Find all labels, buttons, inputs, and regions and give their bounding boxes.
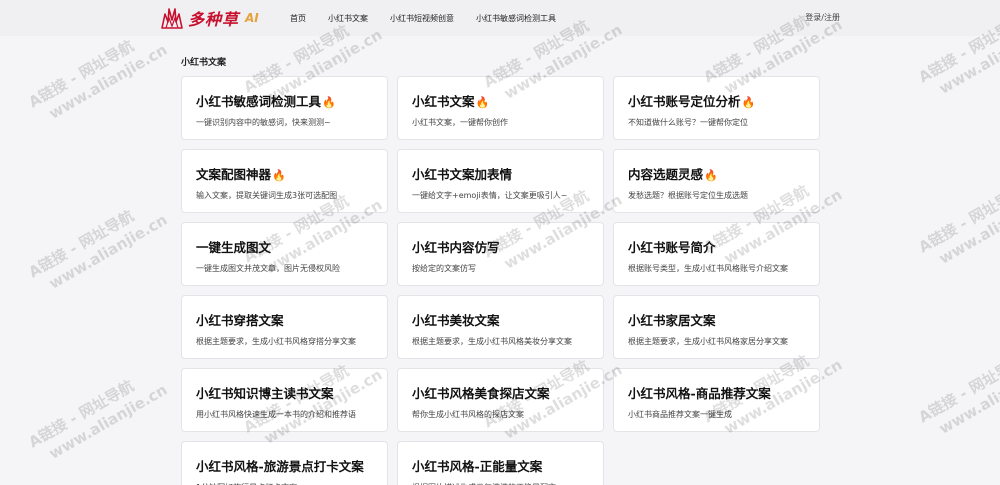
tool-card-title: 小红书风格美食探店文案 bbox=[412, 383, 589, 402]
tool-card-title: 小红书账号简介 bbox=[628, 237, 805, 256]
tool-card[interactable]: 小红书家居文案根据主题要求，生成小红书风格家居分享文案 bbox=[613, 295, 820, 359]
tool-card[interactable]: 文案配图神器🔥 输入文案，提取关键词生成3张可选配图 bbox=[181, 149, 388, 213]
tool-card-title: 文案配图神器🔥 bbox=[196, 164, 373, 183]
tool-card-description: 用小红书风格快速生成一本书的介绍和推荐语 bbox=[196, 410, 356, 419]
tool-card-description: 根据主题要求，生成小红书风格穿搭分享文案 bbox=[196, 337, 356, 346]
nav-short-video-ideas[interactable]: 小红书短视频创意 bbox=[390, 13, 454, 24]
top-bar: 多种草 AI 首页 小红书文案 小红书短视频创意 小红书敏感词检测工具 登录/注… bbox=[0, 0, 1000, 36]
tool-card-description: 根据主题要求，生成小红书风格美妆分享文案 bbox=[412, 337, 572, 346]
tool-card-title-text: 小红书家居文案 bbox=[628, 313, 716, 328]
watermark-url: www.alianjie.cn bbox=[935, 355, 1000, 438]
watermark-url: www.alianjie.cn bbox=[45, 210, 171, 293]
tool-card-title: 小红书美妆文案 bbox=[412, 310, 589, 329]
grass-logo-icon bbox=[161, 8, 183, 29]
fire-icon: 🔥 bbox=[741, 96, 756, 109]
watermark-line: A链接 - 网址导航 bbox=[915, 181, 1000, 257]
watermark-url: www.alianjie.cn bbox=[45, 40, 171, 123]
tool-card-title-text: 小红书穿搭文案 bbox=[196, 313, 284, 328]
tool-card-description: 发愁选题？根据账号定位生成选题 bbox=[628, 191, 748, 200]
tool-card-title-text: 小红书文案加表情 bbox=[412, 167, 513, 182]
tool-card-description: 一键给文字+emoji表情，让文案更吸引人~ bbox=[412, 191, 568, 200]
watermark-line: A链接 - 网址导航 bbox=[25, 376, 137, 452]
tool-card[interactable]: 小红书文案加表情一键给文字+emoji表情，让文案更吸引人~ bbox=[397, 149, 604, 213]
tool-card-title-text: 小红书敏感词检测工具 bbox=[196, 94, 322, 109]
tool-card-title: 一键生成图文 bbox=[196, 237, 373, 256]
tool-card[interactable]: 小红书账号定位分析🔥 不知道做什么账号？一键帮你定位 bbox=[613, 76, 820, 140]
tool-card[interactable]: 小红书穿搭文案根据主题要求，生成小红书风格穿搭分享文案 bbox=[181, 295, 388, 359]
tool-card-title: 小红书内容仿写 bbox=[412, 237, 589, 256]
fire-icon: 🔥 bbox=[704, 169, 718, 182]
tool-card-title-text: 一键生成图文 bbox=[196, 240, 272, 255]
tool-card-description: 输入文案，提取关键词生成3张可选配图 bbox=[196, 191, 338, 200]
tool-card-title-text: 小红书内容仿写 bbox=[412, 240, 500, 255]
tool-card[interactable]: 小红书美妆文案根据主题要求，生成小红书风格美妆分享文案 bbox=[397, 295, 604, 359]
watermark-line: A链接 - 网址导航 bbox=[915, 351, 1000, 427]
tool-card[interactable]: 小红书内容仿写按给定的文案仿写 bbox=[397, 222, 604, 286]
logo[interactable]: 多种草 AI bbox=[160, 5, 259, 31]
tool-card-title-text: 文案配图神器 bbox=[196, 167, 272, 182]
watermark-url: www.alianjie.cn bbox=[45, 380, 171, 463]
tool-card-title: 小红书知识博主读书文案 bbox=[196, 383, 373, 402]
nav-sensitive-word-tool[interactable]: 小红书敏感词检测工具 bbox=[476, 13, 556, 24]
tool-card-title-text: 小红书风格-商品推荐文案 bbox=[628, 386, 771, 401]
fire-icon: 🔥 bbox=[272, 169, 286, 182]
tool-card[interactable]: 小红书敏感词检测工具🔥 一键识别内容中的敏感词，快来测测~ bbox=[181, 76, 388, 140]
tool-card-title: 小红书文案加表情 bbox=[412, 164, 589, 183]
tool-card-title: 小红书风格-旅游景点打卡文案 bbox=[196, 456, 373, 475]
tool-card-title: 内容选题灵感🔥 bbox=[628, 164, 805, 183]
tool-card-description: 一键识别内容中的敏感词，快来测测~ bbox=[196, 118, 331, 127]
tool-card-title-text: 小红书美妆文案 bbox=[412, 313, 500, 328]
tool-card-title-text: 小红书风格-旅游景点打卡文案 bbox=[196, 459, 364, 474]
watermark-line: A链接 - 网址导航 bbox=[25, 206, 137, 282]
tool-card-title: 小红书家居文案 bbox=[628, 310, 805, 329]
tool-card-description: 帮你生成小红书风格的探店文案 bbox=[412, 410, 524, 419]
tool-card-title: 小红书账号定位分析🔥 bbox=[628, 91, 805, 110]
tool-card-title: 小红书文案🔥 bbox=[412, 91, 589, 110]
watermark: A链接 - 网址导航www.alianjie.cn bbox=[915, 337, 1000, 444]
tool-card[interactable]: 小红书账号简介根据账号类型，生成小红书风格账号介绍文案 bbox=[613, 222, 820, 286]
tool-card-grid: 小红书敏感词检测工具🔥 一键识别内容中的敏感词，快来测测~ 小红书文案🔥 小红书文案，… bbox=[181, 76, 820, 485]
tool-card-description: 一键生成图文并茂文章，图片无侵权风险 bbox=[196, 264, 340, 273]
tool-card-title-text: 小红书知识博主读书文案 bbox=[196, 386, 334, 401]
watermark: A链接 - 网址导航www.alianjie.cn bbox=[25, 22, 171, 129]
tool-card[interactable]: 小红书风格-旅游景点打卡文案1分钟写好旅行景点打卡文案 bbox=[181, 441, 388, 485]
nav-xhs-copywriting[interactable]: 小红书文案 bbox=[328, 13, 368, 24]
tool-card-title-text: 内容选题灵感 bbox=[628, 167, 704, 182]
logo-ai-badge: AI bbox=[245, 11, 259, 25]
tool-card-description: 小红书文案，一键帮你创作 bbox=[412, 118, 508, 127]
tool-card-title: 小红书敏感词检测工具🔥 bbox=[196, 91, 373, 110]
tool-card[interactable]: 内容选题灵感🔥 发愁选题？根据账号定位生成选题 bbox=[613, 149, 820, 213]
tool-card-description: 根据账号类型，生成小红书风格账号介绍文案 bbox=[628, 264, 788, 273]
tool-card[interactable]: 小红书文案🔥 小红书文案，一键帮你创作 bbox=[397, 76, 604, 140]
tool-card-title-text: 小红书风格美食探店文案 bbox=[412, 386, 550, 401]
tool-card[interactable]: 小红书风格-商品推荐文案小红书商品推荐文案一键生成 bbox=[613, 368, 820, 432]
tool-card-title-text: 小红书账号简介 bbox=[628, 240, 716, 255]
tool-card[interactable]: 小红书风格美食探店文案帮你生成小红书风格的探店文案 bbox=[397, 368, 604, 432]
tool-card-description: 按给定的文案仿写 bbox=[412, 264, 476, 273]
tool-card-title-text: 小红书风格-正能量文案 bbox=[412, 459, 543, 474]
tool-card[interactable]: 小红书知识博主读书文案用小红书风格快速生成一本书的介绍和推荐语 bbox=[181, 368, 388, 432]
fire-icon: 🔥 bbox=[322, 96, 336, 109]
logo-text: 多种草 bbox=[188, 10, 240, 29]
fire-icon: 🔥 bbox=[475, 96, 490, 109]
watermark: A链接 - 网址导航www.alianjie.cn bbox=[25, 192, 171, 299]
tool-card-description: 不知道做什么账号？一键帮你定位 bbox=[628, 118, 748, 127]
login-register-link[interactable]: 登录/注册 bbox=[805, 12, 840, 23]
watermark: A链接 - 网址导航www.alianjie.cn bbox=[25, 362, 171, 469]
tool-card-description: 根据主题要求，生成小红书风格家居分享文案 bbox=[628, 337, 788, 346]
tool-card-title-text: 小红书账号定位分析 bbox=[628, 94, 741, 109]
tool-card-title: 小红书风格-商品推荐文案 bbox=[628, 383, 805, 402]
watermark-url: www.alianjie.cn bbox=[935, 185, 1000, 268]
tool-card[interactable]: 一键生成图文一键生成图文并茂文章，图片无侵权风险 bbox=[181, 222, 388, 286]
watermark: A链接 - 网址导航www.alianjie.cn bbox=[915, 167, 1000, 274]
tool-card[interactable]: 小红书风格-正能量文案根据图片描述生成元气满满的正能量配文 bbox=[397, 441, 604, 485]
tool-card-title: 小红书穿搭文案 bbox=[196, 310, 373, 329]
nav-home[interactable]: 首页 bbox=[290, 13, 306, 24]
tool-card-title: 小红书风格-正能量文案 bbox=[412, 456, 589, 475]
tool-card-title-text: 小红书文案 bbox=[412, 94, 475, 109]
section-title: 小红书文案 bbox=[181, 58, 227, 68]
main-nav: 首页 小红书文案 小红书短视频创意 小红书敏感词检测工具 bbox=[290, 0, 578, 36]
tool-card-description: 小红书商品推荐文案一键生成 bbox=[628, 410, 732, 419]
